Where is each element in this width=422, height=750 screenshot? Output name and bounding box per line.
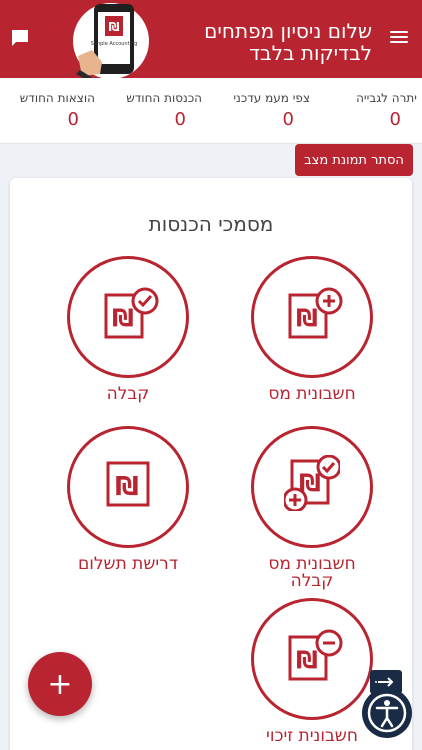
hide-snapshot-button[interactable]: הסתר תמונת מצב [295,144,413,176]
doc-tax-invoice[interactable]: ₪ חשבונית מס [247,256,377,403]
doc-payment-request[interactable]: ₪ דרישת תשלום [63,426,193,573]
svg-text:₪: ₪ [115,472,139,502]
app-header: שלום ניסיון מפתחים לבדיקות בלבד ₪ Simple… [0,0,422,82]
app-logo: ₪ Simple Accounting [73,3,149,82]
payment-request-icon: ₪ [67,426,189,548]
svg-text:₪: ₪ [112,304,134,332]
doc-receipt[interactable]: ₪ קבלה [63,256,193,403]
stat-monthly-income: הכנסות החודש 0 [126,91,202,130]
doc-tax-invoice-receipt[interactable]: ₪ חשבונית מס קבלה [247,426,377,590]
svg-text:₪: ₪ [296,646,318,674]
logo-wordmark: Simple Accounting [91,41,138,47]
svg-text:₪: ₪ [296,304,318,332]
chat-icon[interactable] [10,28,30,48]
doc-credit-invoice[interactable]: ₪ חשבונית זיכוי [247,598,377,745]
receipt-check-icon: ₪ [67,256,189,378]
credit-invoice-icon: ₪ [251,598,373,720]
svg-text:₪: ₪ [109,20,120,34]
stat-balance-due: יתרה לגבייה 0 [356,91,417,130]
section-title: מסמכי הכנסות [148,212,274,236]
accessibility-icon[interactable] [362,688,412,738]
stats-bar: יתרה לגבייה 0 צפי מעמ עדכני 0 הכנסות החו… [0,78,422,144]
add-document-fab[interactable]: + [28,652,92,716]
stat-vat-forecast: צפי מעמ עדכני 0 [233,91,310,130]
stat-monthly-expenses: הוצאות החודש 0 [19,91,95,130]
greeting-title: שלום ניסיון מפתחים לבדיקות בלבד [204,19,372,65]
hamburger-menu-icon[interactable] [390,28,410,46]
invoice-plus-icon: ₪ [251,256,373,378]
invoice-receipt-icon: ₪ [251,426,373,548]
